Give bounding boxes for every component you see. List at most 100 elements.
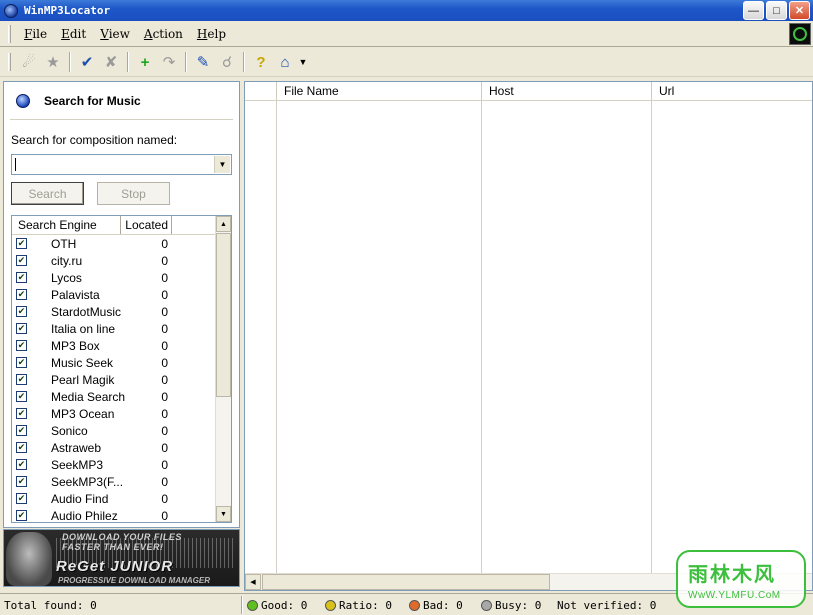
run-icon[interactable]: ☄ (18, 51, 40, 73)
engine-name: Lycos (51, 270, 82, 285)
check-icon[interactable]: ✔ (76, 51, 98, 73)
engine-row[interactable]: ✔ Media Search 0 (12, 388, 231, 405)
engine-row[interactable]: ✔ Audio Philez 0 (12, 507, 231, 523)
column-blank[interactable] (245, 82, 277, 101)
engine-checkbox[interactable]: ✔ (16, 306, 27, 317)
status-total: Total found: 0 (4, 598, 97, 612)
engine-row[interactable]: ✔ SeekMP3(F... 0 (12, 473, 231, 490)
engine-rows: ✔ OTH 0 ✔ city.ru 0 ✔ Lycos 0 ✔ Palavista 0 ✔ Stardot… (12, 235, 231, 523)
window-title: WinMP3Locator (24, 4, 111, 17)
column-search-engine[interactable]: Search Engine (12, 216, 121, 234)
engine-row[interactable]: ✔ Audio Find 0 (12, 490, 231, 507)
scroll-up-icon[interactable]: ▲ (216, 216, 231, 232)
engine-checkbox[interactable]: ✔ (16, 476, 27, 487)
banner-product-name: ReGet JUNIOR (56, 558, 174, 575)
engine-checkbox[interactable]: ✔ (16, 323, 27, 334)
dropdown-arrow-icon[interactable]: ▼ (298, 51, 308, 73)
engine-row[interactable]: ✔ MP3 Ocean 0 (12, 405, 231, 422)
engine-checkbox[interactable]: ✔ (16, 340, 27, 351)
hscroll-thumb[interactable] (262, 574, 550, 590)
engine-row[interactable]: ✔ Italia on line 0 (12, 320, 231, 337)
engine-located: 0 (161, 253, 168, 268)
engine-checkbox[interactable]: ✔ (16, 442, 27, 453)
scroll-thumb[interactable] (216, 233, 231, 397)
status-bad-text: Bad: 0 (423, 598, 463, 612)
engine-row[interactable]: ✔ Music Seek 0 (12, 354, 231, 371)
engine-name: Sonico (51, 423, 88, 438)
column-url[interactable]: Url (652, 82, 812, 101)
engine-row[interactable]: ✔ OTH 0 (12, 235, 231, 252)
engine-located: 0 (161, 423, 168, 438)
connect-icon[interactable]: ☌ (216, 51, 238, 73)
status-ratio: Ratio: 0 (325, 597, 392, 613)
uncheck-icon[interactable]: ✘ (100, 51, 122, 73)
banner-tagline: PROGRESSIVE DOWNLOAD MANAGER (58, 576, 211, 585)
engine-row[interactable]: ✔ Pearl Magik 0 (12, 371, 231, 388)
engine-row[interactable]: ✔ Sonico 0 (12, 422, 231, 439)
column-located[interactable]: Located (121, 216, 172, 234)
engine-row[interactable]: ✔ MP3 Box 0 (12, 337, 231, 354)
good-dot-icon (247, 599, 258, 611)
engine-checkbox[interactable]: ✔ (16, 238, 27, 249)
menu-view[interactable]: View (93, 27, 137, 41)
engine-row[interactable]: ✔ Lycos 0 (12, 269, 231, 286)
banner-figure-icon (6, 532, 52, 586)
scroll-left-icon[interactable]: ◀ (245, 574, 261, 590)
stop-button[interactable]: Stop (97, 182, 170, 205)
engine-checkbox[interactable]: ✔ (16, 510, 27, 521)
run-all-icon[interactable]: ★ (42, 51, 64, 73)
engine-checkbox[interactable]: ✔ (16, 425, 27, 436)
scroll-down-icon[interactable]: ▼ (216, 506, 231, 522)
engine-name: Italia on line (51, 321, 116, 336)
engine-name: SeekMP3 (51, 457, 104, 472)
menu-help[interactable]: Help (190, 27, 233, 41)
engine-row[interactable]: ✔ city.ru 0 (12, 252, 231, 269)
minimize-button[interactable]: — (743, 1, 764, 20)
search-label: Search for composition named: (11, 133, 178, 147)
search-button[interactable]: Search (11, 182, 84, 205)
engine-checkbox[interactable]: ✔ (16, 272, 27, 283)
engine-checkbox[interactable]: ✔ (16, 459, 27, 470)
engine-checkbox[interactable]: ✔ (16, 255, 27, 266)
chevron-down-icon[interactable]: ▼ (214, 156, 230, 173)
menu-file[interactable]: File (17, 27, 54, 41)
status-bad: Bad: 0 (409, 597, 463, 613)
engine-checkbox[interactable]: ✔ (16, 493, 27, 504)
engine-name: Astraweb (51, 440, 102, 455)
menu-action[interactable]: Action (137, 27, 190, 41)
engine-name: SeekMP3(F... (51, 474, 124, 489)
engine-name: Audio Philez (51, 508, 118, 523)
watermark-text: 雨林木风 (688, 564, 776, 586)
edit-icon[interactable]: ↷ (158, 51, 180, 73)
engine-row[interactable]: ✔ SeekMP3 0 (12, 456, 231, 473)
engine-row[interactable]: ✔ StardotMusic 0 (12, 303, 231, 320)
engine-checkbox[interactable]: ✔ (16, 408, 27, 419)
add-icon[interactable]: + (134, 51, 156, 73)
column-host[interactable]: Host (482, 82, 652, 101)
help-icon[interactable]: ? (250, 51, 272, 73)
home-icon[interactable]: ⌂ (274, 51, 296, 73)
composition-search-input[interactable]: ▼ (11, 154, 232, 175)
engine-checkbox[interactable]: ✔ (16, 391, 27, 402)
engine-name: city.ru (51, 253, 83, 268)
close-button[interactable]: ✕ (789, 1, 810, 20)
menu-bar: File Edit View Action Help (0, 21, 813, 47)
engine-row[interactable]: ✔ Astraweb 0 (12, 439, 231, 456)
maximize-button[interactable]: □ (766, 1, 787, 20)
engine-row[interactable]: ✔ Palavista 0 (12, 286, 231, 303)
watermark-logo: 雨林木风 WwW.YLMFU.CoM (676, 550, 806, 608)
engine-checkbox[interactable]: ✔ (16, 357, 27, 368)
reget-banner[interactable]: DOWNLOAD YOUR FILES FASTER THAN EVER! Re… (3, 529, 240, 587)
engine-checkbox[interactable]: ✔ (16, 289, 27, 300)
engine-checkbox[interactable]: ✔ (16, 374, 27, 385)
banner-line-2: FASTER THAN EVER! (62, 542, 164, 552)
column-file-name[interactable]: File Name (277, 82, 482, 101)
search-engine-list: Search Engine Located ✔ OTH 0 ✔ city.ru 0 ✔ Lyc… (11, 215, 232, 523)
engine-list-scrollbar[interactable]: ▲ ▼ (215, 216, 231, 522)
online-status-icon[interactable] (789, 23, 811, 45)
engine-located: 0 (161, 491, 168, 506)
engine-located: 0 (161, 457, 168, 472)
download-icon[interactable]: ✎ (192, 51, 214, 73)
engine-located: 0 (161, 287, 168, 302)
menu-edit[interactable]: Edit (54, 27, 93, 41)
